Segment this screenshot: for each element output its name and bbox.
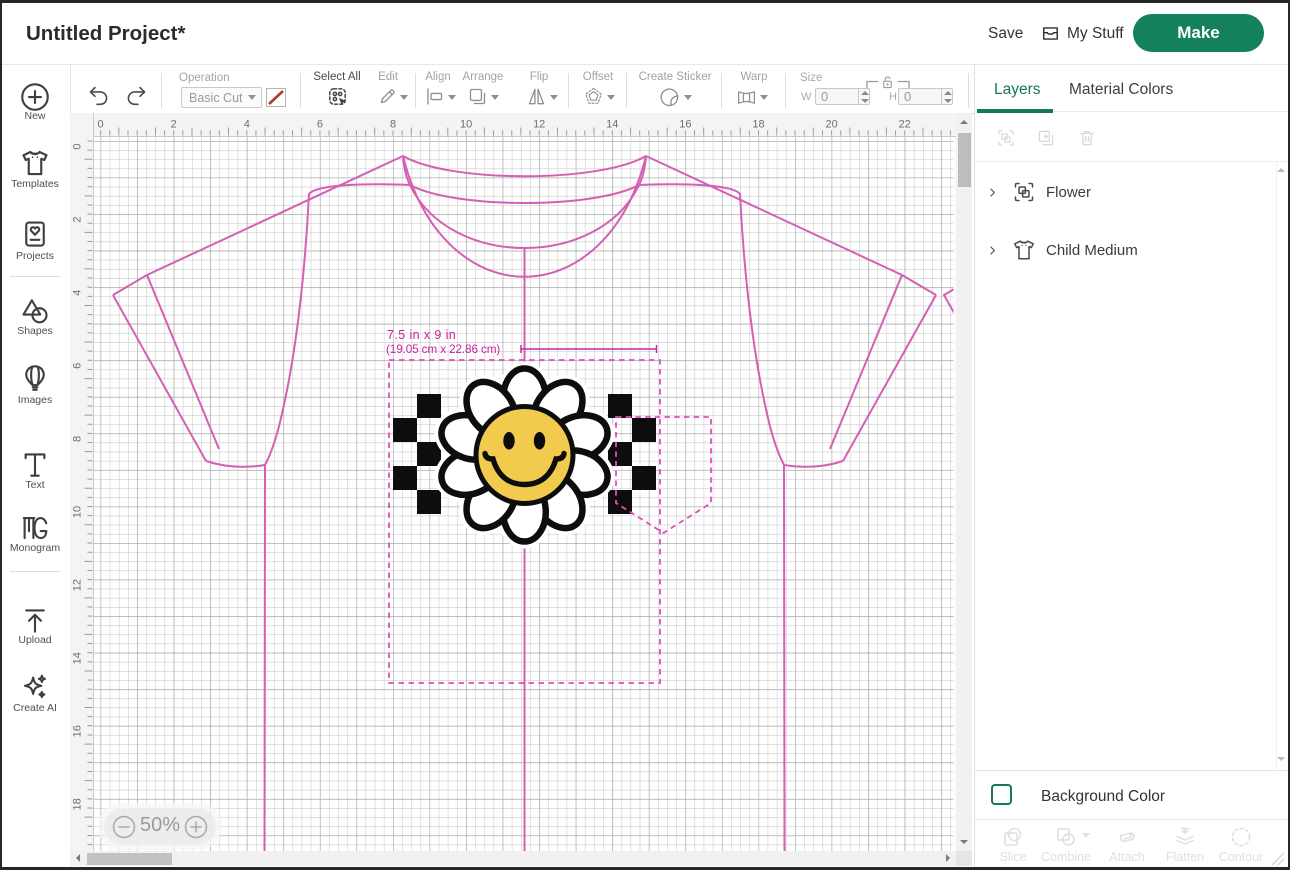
svg-text:6: 6 [317,119,323,131]
svg-text:4: 4 [244,119,250,131]
svg-text:18: 18 [72,798,84,810]
svg-text:18: 18 [752,119,764,131]
svg-text:12: 12 [533,119,545,131]
svg-text:10: 10 [460,119,472,131]
svg-text:(19.05 cm x 22.86 cm): (19.05 cm x 22.86 cm) [386,342,500,356]
svg-text:8: 8 [390,119,396,131]
svg-text:12: 12 [72,579,84,591]
svg-text:14: 14 [606,119,618,131]
svg-text:8: 8 [72,436,84,442]
svg-text:14: 14 [72,652,84,664]
svg-text:20: 20 [825,119,837,131]
svg-text:22: 22 [899,119,911,131]
svg-text:16: 16 [72,725,84,737]
svg-text:0: 0 [72,143,84,149]
svg-text:7.5 in x 9 in: 7.5 in x 9 in [387,328,456,342]
svg-text:0: 0 [98,119,104,131]
svg-text:4: 4 [72,290,84,296]
svg-text:2: 2 [72,217,84,223]
svg-text:2: 2 [171,119,177,131]
svg-text:10: 10 [72,506,84,518]
svg-text:6: 6 [72,363,84,369]
svg-text:16: 16 [679,119,691,131]
